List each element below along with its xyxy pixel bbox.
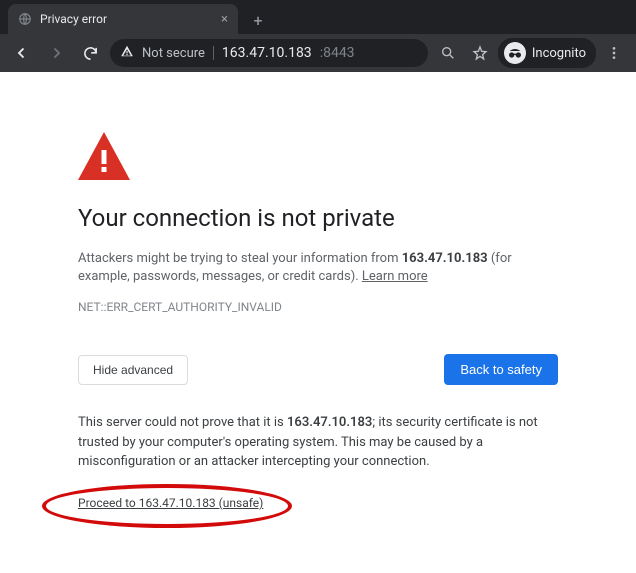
not-secure-label: Not secure bbox=[142, 46, 205, 61]
button-row: Hide advanced Back to safety bbox=[78, 354, 558, 385]
address-bar[interactable]: Not secure 163.47.10.183 :8443 bbox=[110, 39, 428, 67]
back-button[interactable] bbox=[8, 39, 36, 67]
page-content: Your connection is not private Attackers… bbox=[0, 72, 636, 573]
browser-tab[interactable]: Privacy error × bbox=[8, 4, 238, 34]
close-icon[interactable]: × bbox=[221, 12, 228, 27]
proceed-link[interactable]: Proceed to 163.47.10.183 (unsafe) bbox=[78, 496, 263, 510]
url-host: 163.47.10.183 bbox=[222, 45, 312, 61]
incognito-chip[interactable]: Incognito bbox=[498, 38, 596, 68]
toolbar: Not secure 163.47.10.183 :8443 Incognito bbox=[0, 34, 636, 72]
menu-icon[interactable] bbox=[600, 39, 628, 67]
tab-title: Privacy error bbox=[40, 12, 213, 26]
bookmark-icon[interactable] bbox=[466, 39, 494, 67]
incognito-label: Incognito bbox=[532, 46, 586, 61]
error-code: NET::ERR_CERT_AUTHORITY_INVALID bbox=[78, 300, 558, 314]
forward-button[interactable] bbox=[42, 39, 70, 67]
tab-bar: Privacy error × + bbox=[0, 0, 636, 34]
page-heading: Your connection is not private bbox=[78, 204, 558, 232]
advanced-paragraph: This server could not prove that it is 1… bbox=[78, 413, 558, 472]
not-secure-icon bbox=[120, 44, 134, 62]
globe-icon bbox=[18, 12, 32, 26]
separator bbox=[213, 46, 214, 60]
url-port: :8443 bbox=[320, 45, 355, 61]
reload-button[interactable] bbox=[76, 39, 104, 67]
hide-advanced-button[interactable]: Hide advanced bbox=[78, 355, 188, 385]
zoom-icon[interactable] bbox=[434, 39, 462, 67]
warning-paragraph: Attackers might be trying to steal your … bbox=[78, 250, 558, 286]
new-tab-button[interactable]: + bbox=[244, 6, 272, 34]
incognito-icon bbox=[504, 42, 526, 64]
back-to-safety-button[interactable]: Back to safety bbox=[444, 354, 558, 385]
warning-triangle-icon bbox=[78, 132, 558, 180]
learn-more-link[interactable]: Learn more bbox=[362, 269, 428, 284]
